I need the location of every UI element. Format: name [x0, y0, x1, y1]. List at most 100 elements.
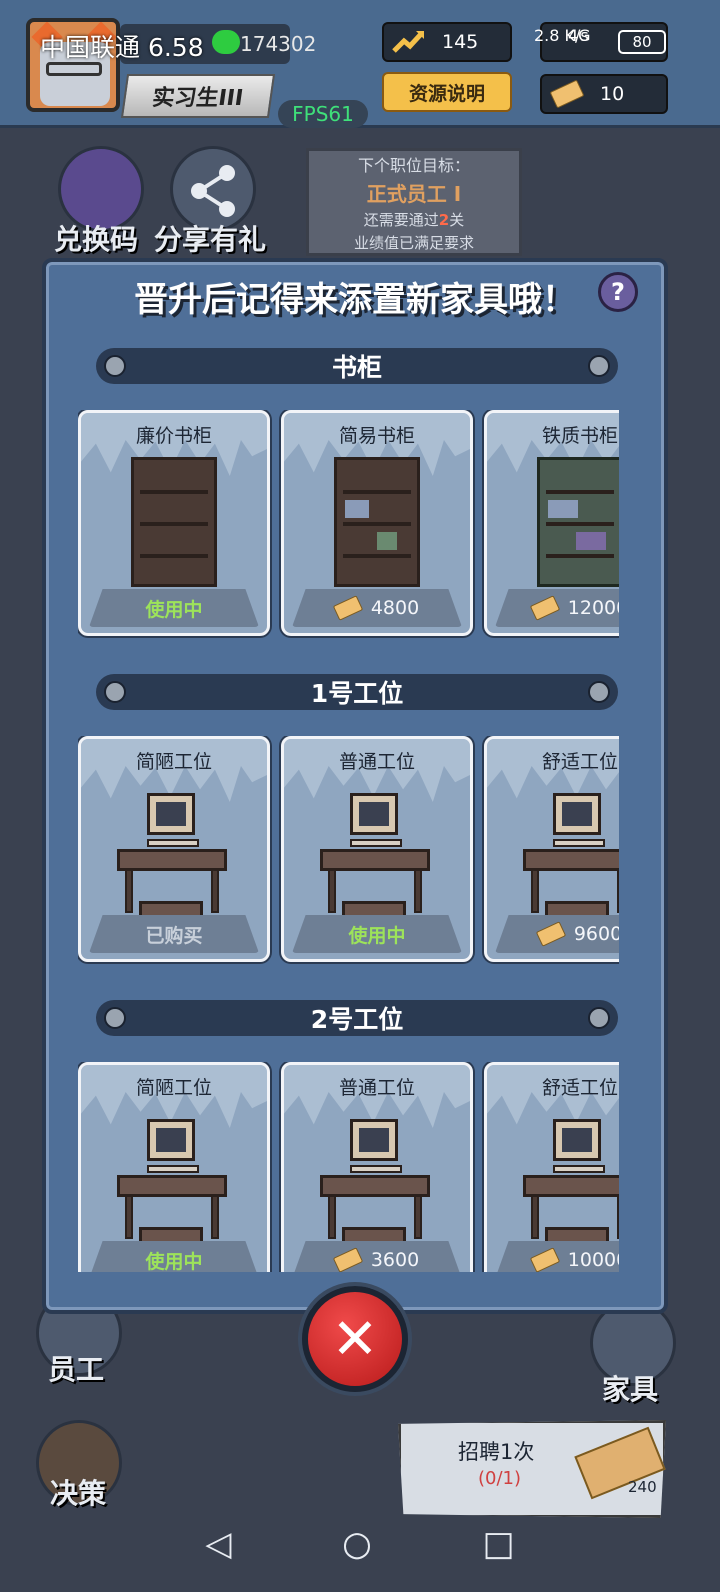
- close-button[interactable]: ✕: [302, 1286, 408, 1392]
- furniture-name: 舒适工位: [541, 751, 618, 773]
- ticket-icon: [332, 1247, 363, 1272]
- desk-image: [320, 849, 430, 871]
- ticket-upgrade-icon: [548, 79, 586, 109]
- monitor-image: [350, 1119, 398, 1161]
- recruit-title: 招聘1次: [458, 1440, 535, 1464]
- furniture-label[interactable]: 家具: [602, 1368, 658, 1408]
- battery-indicator: 80: [618, 30, 666, 54]
- price-value: 10000: [567, 1249, 619, 1271]
- price-value: 4800: [370, 597, 420, 619]
- goal-heading: 下个职位目标：: [357, 155, 470, 175]
- furniture-card[interactable]: 简陋工位 使用中: [78, 1062, 270, 1272]
- bolt-icon: [104, 681, 126, 703]
- purchased-label: 已购买: [89, 915, 259, 953]
- system-nav-bar: ◁ ○ □: [0, 1496, 720, 1592]
- furniture-name: 铁质书柜: [541, 425, 618, 447]
- player-id: 174302: [240, 32, 317, 56]
- share-gift-label[interactable]: 分享有礼: [154, 218, 266, 258]
- carrier-label: 中国联通 6.58: [40, 33, 204, 62]
- section-title: 2号工位: [310, 1005, 404, 1034]
- furniture-card[interactable]: 廉价书柜 使用中: [78, 410, 270, 636]
- in-use-label: 使用中: [89, 1241, 259, 1272]
- price-tag[interactable]: 3600: [292, 1241, 462, 1272]
- bookcase-image: [334, 457, 420, 587]
- furniture-name: 简陋工位: [135, 1077, 212, 1099]
- price-value: 9600: [573, 923, 619, 945]
- price-tag[interactable]: 9600: [495, 915, 619, 953]
- furniture-name: 普通工位: [338, 1077, 415, 1099]
- fps-counter: FPS61: [278, 100, 368, 128]
- help-button[interactable]: ?: [598, 272, 638, 312]
- resource-info-button[interactable]: 资源说明: [382, 72, 512, 112]
- keyboard-image: [350, 839, 402, 847]
- desk-image: [523, 849, 619, 871]
- growth-value: 145: [442, 31, 479, 53]
- workstation-1-row: 简陋工位 已购买 普通工位 使用中 舒适工位 9600: [78, 736, 619, 964]
- staff-label[interactable]: 员工: [48, 1348, 104, 1388]
- bolt-icon: [588, 355, 610, 377]
- ticket-icon: [529, 595, 560, 621]
- network-type: 4G: [568, 26, 591, 45]
- goal-levels: 还需要通过2关: [363, 210, 465, 229]
- redeem-code-label[interactable]: 兑换码: [54, 218, 138, 258]
- bookcase-image: [131, 457, 217, 587]
- monitor-image: [350, 793, 398, 835]
- furniture-card[interactable]: 普通工位 使用中: [281, 736, 473, 962]
- desk-image: [117, 849, 227, 871]
- furniture-card[interactable]: 简陋工位 已购买: [78, 736, 270, 962]
- section-header-bookcase: 书柜: [96, 348, 618, 384]
- wechat-icon: [212, 30, 240, 54]
- desk-image: [320, 1175, 430, 1197]
- section-title: 1号工位: [310, 679, 404, 708]
- price-value: 3600: [370, 1249, 420, 1271]
- price-value: 12000: [567, 597, 619, 619]
- section-header-workstation-2: 2号工位: [96, 1000, 618, 1036]
- section-title: 书柜: [331, 353, 382, 382]
- furniture-name: 简易书柜: [338, 425, 415, 447]
- promotion-goal-board: 下个职位目标： 正式员工 I 还需要通过2关 业绩值已满足要求: [306, 148, 522, 256]
- desk-image: [523, 1175, 619, 1197]
- section-header-workstation-1: 1号工位: [96, 674, 618, 710]
- keyboard-image: [350, 1165, 402, 1173]
- workstation-2-row: 简陋工位 使用中 普通工位 3600 舒适工位 10000: [78, 1062, 619, 1272]
- in-use-label: 使用中: [89, 589, 259, 627]
- ticket-icon: [535, 921, 566, 947]
- growth-stat: 145: [382, 22, 512, 62]
- bolt-icon: [104, 1007, 126, 1029]
- recents-icon[interactable]: □: [483, 1524, 515, 1564]
- back-icon[interactable]: ◁: [205, 1524, 231, 1564]
- home-icon[interactable]: ○: [342, 1524, 372, 1564]
- bolt-icon: [588, 681, 610, 703]
- price-tag[interactable]: 10000: [495, 1241, 619, 1272]
- ticket-count: 10: [600, 83, 625, 105]
- monitor-image: [553, 793, 601, 835]
- monitor-image: [553, 1119, 601, 1161]
- in-use-label: 使用中: [292, 915, 462, 953]
- desk-image: [117, 1175, 227, 1197]
- price-tag[interactable]: 12000: [495, 589, 619, 627]
- furniture-name: 廉价书柜: [135, 425, 212, 447]
- ticket-icon: [332, 595, 363, 621]
- goal-performance: 业绩值已满足要求: [353, 233, 474, 252]
- bookcase-image: [537, 457, 619, 587]
- keyboard-image: [147, 839, 199, 847]
- ticket-icon: [529, 1247, 560, 1272]
- close-icon: ✕: [331, 1306, 379, 1372]
- keyboard-image: [553, 1165, 605, 1173]
- trend-up-icon: [390, 27, 428, 57]
- player-rank: 实习生III: [150, 86, 245, 111]
- furniture-card[interactable]: 普通工位 3600: [281, 1062, 473, 1272]
- furniture-card[interactable]: 舒适工位 10000: [484, 1062, 619, 1272]
- bolt-icon: [104, 355, 126, 377]
- modal-title: 晋升后记得来添置新家具哦！: [134, 280, 576, 320]
- keyboard-image: [147, 1165, 199, 1173]
- bookcase-row: 廉价书柜 使用中 简易书柜 4800 铁质书柜 12000: [78, 410, 619, 638]
- furniture-card[interactable]: 铁质书柜 12000: [484, 410, 619, 636]
- furniture-name: 简陋工位: [135, 751, 212, 773]
- monitor-image: [147, 793, 195, 835]
- monitor-image: [147, 1119, 195, 1161]
- furniture-card[interactable]: 舒适工位 9600: [484, 736, 619, 962]
- keyboard-image: [553, 839, 605, 847]
- price-tag[interactable]: 4800: [292, 589, 462, 627]
- furniture-card[interactable]: 简易书柜 4800: [281, 410, 473, 636]
